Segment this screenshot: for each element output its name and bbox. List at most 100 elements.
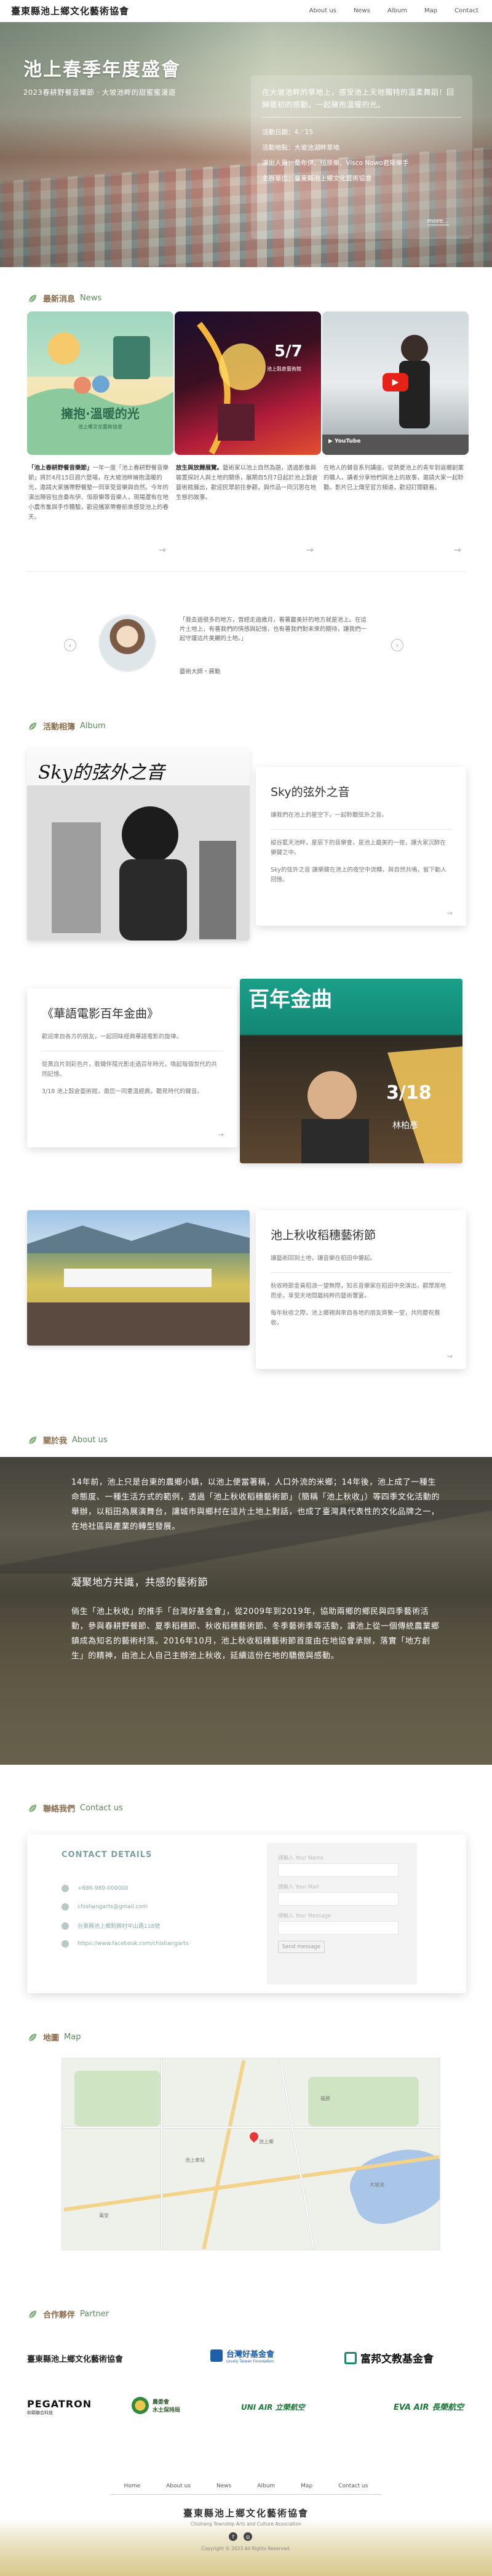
leaf-icon — [28, 294, 36, 302]
quote-text: 「我去過很多的地方，曾經走過歲月，看著最美好的地方就是池上。在這片土地上，有著我… — [180, 617, 367, 642]
news-image: 5/7 池上穀倉藝術館 — [175, 311, 321, 455]
map-embed[interactable]: 池上鄉 大坡池 池上車站 萬安 福原 — [62, 2058, 440, 2250]
hero-title: 池上春季年度盛會 — [23, 59, 181, 81]
about-section-title: 關於我 About us — [27, 1434, 108, 1446]
partner-logo[interactable]: PEGATRON 和碩聯合科技 — [27, 2398, 92, 2416]
lovely-taiwan-icon — [210, 2349, 223, 2362]
contact-card: CONTACT DETAILS +886-989-000000 chishang… — [27, 1834, 466, 1993]
contact-heading: CONTACT DETAILS — [62, 1850, 153, 1860]
partner-section-title: 合作夥伴 Partner — [27, 2308, 109, 2320]
footer: Home About us News Album Map Contact us … — [0, 2481, 492, 2576]
news-card[interactable]: 擁抱·溫暖的光 池上鄉文化藝術協會 「池上春耕野餐音樂節」一年一度「池上春耕野餐… — [27, 311, 173, 523]
nav-album[interactable]: Album — [385, 6, 410, 15]
page: 臺東縣池上鄉文化藝術協會 About us News Album Map Con… — [0, 0, 492, 2576]
album-card-title: 《華語電影百年金曲》 — [42, 1007, 159, 1021]
footer-social: f ◎ — [229, 2532, 252, 2541]
arrow-right-icon[interactable]: → — [306, 545, 314, 555]
hero-more-link[interactable]: more... — [427, 218, 449, 225]
brand-logo[interactable]: 臺東縣池上鄉文化藝術協會 — [11, 4, 129, 17]
album-card-title: Sky的弦外之音 — [271, 785, 350, 799]
news-image-date: 5/7 — [274, 342, 303, 361]
contact-facebook[interactable]: https://www.facebook.com/chishangarts — [77, 1941, 189, 1947]
news-card[interactable]: ▶ ▶ YouTube 在地人的聲音系列講座。從熱愛池上的青年到返鄉創業的職人，… — [322, 311, 469, 493]
youtube-play-icon[interactable]: ▶ — [383, 373, 408, 391]
partner-logo[interactable]: 臺東縣池上鄉文化藝術協會 — [27, 2353, 123, 2364]
hero-banner: 池上春季年度盛會 2023春耕野餐音樂節 · 大坡池畔的甜蜜蜜漫遊 在大坡池畔的… — [0, 22, 492, 267]
email-input[interactable] — [278, 1892, 399, 1906]
contact-section-title: 聯絡我們 Contact us — [27, 1802, 123, 1814]
arrow-right-icon[interactable]: → — [218, 1131, 224, 1139]
facebook-icon — [62, 1940, 69, 1948]
hero-intro: 在大坡池畔的草地上，感受池上天地獨特的溫柔舞蹈！回歸最初的感動，一起擁抱溫暖的光… — [262, 86, 461, 118]
leaf-icon — [28, 1436, 36, 1444]
contact-phone[interactable]: +886-989-000000 — [77, 1885, 129, 1892]
youtube-logo-icon: ▶ YouTube — [328, 438, 361, 444]
map-pin-icon[interactable] — [248, 2130, 260, 2143]
news-text: 一年一度「池上春耕野餐音樂節」將於4月15日週六登場，在大坡池畔擁抱溫暖的光，邀… — [28, 465, 169, 521]
lake-area — [343, 2135, 440, 2234]
contact-form: 請輸入 Your Name 請輸入 Your Mail 請輸入 Your Mes… — [267, 1843, 417, 1984]
news-card[interactable]: 5/7 池上穀倉藝術館 放生與放歸展覽。藝術家以池上自然為題，透過影像與裝置探討… — [175, 311, 321, 503]
message-input[interactable] — [278, 1921, 399, 1935]
nav-map[interactable]: Map — [422, 6, 440, 15]
about-paragraph: 倘生「池上秋收」的推手「台灣好基金會」，從2009年到2019年，協助兩鄉的鄉民… — [71, 1607, 440, 1661]
fubon-icon — [344, 2351, 357, 2364]
album-photo-caption: Sky的弦外之音 — [38, 762, 165, 784]
leaf-icon — [28, 1804, 36, 1812]
footer-brand-en: Chishang Township Arts and Culture Assoc… — [190, 2521, 302, 2527]
hero-performers: 演出人員：桑布伊、恒原樂、Visco Nowo君陽樂手 — [262, 159, 409, 167]
phone-icon — [62, 1885, 69, 1892]
arrow-right-icon[interactable]: → — [454, 545, 461, 555]
album-card[interactable]: 池上秋收稻穗藝術節 讓藝術回到土地，讓音樂在稻田中響起。 秋收時節金黃稻浪一望無… — [256, 1210, 466, 1369]
instagram-icon[interactable]: ◎ — [244, 2532, 252, 2541]
hero-subtitle: 2023春耕野餐音樂節 · 大坡池畔的甜蜜蜜漫遊 — [23, 88, 176, 97]
news-video-thumbnail[interactable]: ▶ ▶ YouTube — [322, 311, 469, 455]
album-photo-sky[interactable]: Sky的弦外之音 — [27, 748, 250, 941]
copyright: Copyright © 2023 All Rights Reserved. — [201, 2546, 291, 2551]
album-card-title: 池上秋收稻穗藝術節 — [271, 1229, 376, 1242]
quote-block: 「我去過很多的地方，曾經走過歲月，看著最美好的地方就是池上。在這片土地上，有著我… — [57, 614, 413, 683]
album-card[interactable]: Sky的弦外之音 讓我們在池上的星空下，一起聆聽弦外之音。 縱谷藍天池畔，星辰下… — [256, 767, 466, 926]
hero-date: 活動日期：4／15 — [262, 129, 314, 136]
hero-place: 活動地點：大坡池湖畔草地 — [262, 144, 339, 151]
about-paragraph: 14年前，池上只是台東的農鄉小鎮，以池上便當著稱，人口外流的米鄉；14年後，池上… — [71, 1478, 440, 1531]
about-heading: 凝聚地方共識，共感的藝術節 — [71, 1576, 208, 1588]
mail-icon — [62, 1903, 69, 1911]
partner-logo[interactable]: 富邦文教基金會 — [344, 2350, 434, 2365]
send-message-button[interactable]: Send message — [278, 1941, 325, 1953]
quote-author: 藝術大師・蔣勳 — [180, 668, 221, 675]
leaf-icon — [28, 722, 36, 730]
arrow-right-icon[interactable]: → — [447, 909, 453, 917]
news-image-title: 擁抱·溫暖的光 — [61, 406, 140, 421]
about-section: 14年前，池上只是台東的農鄉小鎮，以池上便當著稱，人口外流的米鄉；14年後，池上… — [0, 1457, 492, 1765]
album-photo-golden-songs[interactable]: 百年金曲 3/18 林柏彥 — [240, 979, 462, 1163]
partner-logo[interactable]: 農委會 水土保持局 — [132, 2397, 180, 2414]
album-photo-caption: 百年金曲 — [248, 987, 332, 1012]
hero-event-card: 在大坡池畔的草地上，感受池上天地獨特的溫柔舞蹈！回歸最初的感動，一起擁抱溫暖的光… — [251, 75, 472, 239]
partner-logo[interactable]: 台灣好基金會 Lovely Taiwan Foundation — [210, 2348, 274, 2364]
album-card[interactable]: 《華語電影百年金曲》 歡迎來自各方的朋友，一起回味經典華語電影的旋律。 從黑白片… — [27, 989, 237, 1147]
news-image: 擁抱·溫暖的光 池上鄉文化藝術協會 — [27, 311, 173, 455]
nav-about[interactable]: About us — [307, 6, 339, 15]
partner-logo[interactable]: UNI AIR 立榮航空 — [241, 2402, 305, 2412]
hero-host: 主辦單位：臺東縣池上鄉文化藝術協會 — [262, 175, 372, 182]
news-section-title: 最新消息 News — [27, 292, 101, 304]
footer-nav: Home About us News Album Map Contact us — [124, 2483, 368, 2489]
leaf-icon — [28, 2310, 36, 2318]
partner-logo[interactable]: EVA AIR 長榮航空 — [394, 2401, 464, 2412]
name-input[interactable] — [278, 1863, 399, 1877]
map-section-title: 地圖 Map — [27, 2031, 81, 2043]
album-section-title: 活動相簿 Album — [27, 720, 106, 732]
facebook-icon[interactable]: f — [229, 2532, 237, 2541]
avatar — [98, 614, 156, 672]
contact-email[interactable]: chishangarts@gmail.com — [77, 1904, 148, 1910]
album-photo-rice-festival[interactable] — [27, 1210, 250, 1346]
top-bar: 臺東縣池上鄉文化藝術協會 About us News Album Map Con… — [0, 0, 492, 22]
nav-contact[interactable]: Contact — [452, 6, 481, 15]
contact-address: 台東縣池上鄉新興村中山路118號 — [77, 1924, 161, 1930]
location-icon — [62, 1922, 69, 1930]
main-nav: About us News Album Map Contact — [307, 6, 481, 15]
arrow-right-icon[interactable]: → — [159, 545, 166, 555]
nav-news[interactable]: News — [351, 6, 373, 15]
arrow-right-icon[interactable]: → — [447, 1352, 453, 1360]
